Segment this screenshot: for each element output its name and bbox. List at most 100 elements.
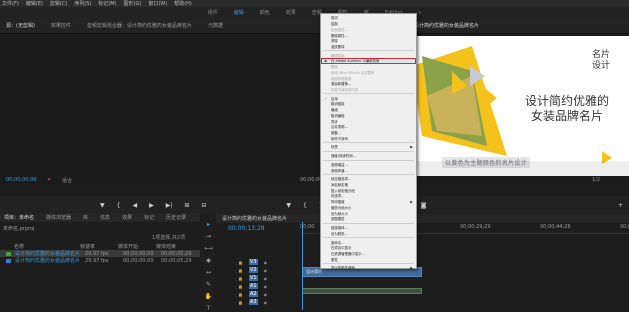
submenu-arrow-icon: ▶: [410, 265, 413, 270]
track-header[interactable]: 🔒 V2 ◉: [216, 266, 629, 274]
track-header[interactable]: 🔒 A3 ◉: [216, 298, 629, 306]
track-header[interactable]: 🔒 V3 ◉: [216, 258, 629, 266]
menu-separator: [323, 173, 414, 175]
context-menu-label: 插入帧定格分段: [331, 188, 355, 193]
context-menu-label: 启用: [331, 96, 338, 101]
mark-out-icon[interactable]: {: [117, 202, 121, 209]
track-header[interactable]: 🔒 V1 ◉: [216, 274, 629, 282]
project-row-fps: 29.97 fps: [85, 250, 109, 257]
context-menu-item[interactable]: 调整图层: [321, 216, 416, 222]
add-button-icon[interactable]: +: [618, 202, 623, 209]
track-toggle-icon[interactable]: ◉: [264, 268, 268, 273]
type-tool-icon[interactable]: T: [207, 305, 211, 312]
menu-item[interactable]: 序列(S): [74, 0, 91, 7]
insert-icon[interactable]: ⊞: [184, 202, 189, 209]
timeline-timecode[interactable]: 00;00;13;28: [228, 225, 265, 232]
context-menu-item[interactable]: 制作子序列: [321, 135, 416, 141]
play-icon[interactable]: ▶: [149, 202, 154, 209]
project-tab[interactable]: 效果: [122, 214, 132, 221]
track-lock-icon[interactable]: 🔒: [238, 260, 243, 265]
context-menu-label: 清除: [331, 39, 338, 44]
col-name[interactable]: 名称: [0, 243, 80, 250]
selection-tool-icon[interactable]: ▸: [207, 221, 210, 228]
track-toggle-icon[interactable]: ◉: [264, 260, 268, 265]
audition-icon: ▣: [324, 58, 328, 63]
project-tab[interactable]: 项目：未命名: [4, 214, 34, 221]
workspace-tab[interactable]: 效果: [286, 9, 296, 16]
ripple-edit-icon[interactable]: ⟷: [204, 245, 213, 252]
workspace-tab[interactable]: 编辑: [234, 9, 244, 16]
prog-mark-in-icon[interactable]: ▼: [286, 202, 291, 209]
source-zoom-select[interactable]: 适合: [62, 177, 72, 184]
track-toggle-icon[interactable]: ◉: [264, 276, 268, 281]
track-header[interactable]: 🔒 A2 ◉: [216, 290, 629, 298]
menu-item[interactable]: 文件(F): [2, 0, 19, 7]
track-select-icon[interactable]: ⇥: [206, 233, 211, 240]
playhead[interactable]: [302, 222, 303, 310]
track-lock-icon[interactable]: 🔒: [238, 300, 243, 305]
context-menu-item[interactable]: 波纹删除: [321, 44, 416, 50]
col-fps[interactable]: 帧速率: [80, 243, 118, 250]
track-toggle-icon[interactable]: ◉: [264, 300, 268, 305]
menu-item[interactable]: 窗口(W): [148, 0, 167, 7]
workspace-tab[interactable]: »: [418, 10, 421, 16]
workspace-tab[interactable]: 颜色: [260, 9, 270, 16]
prog-export-frame-icon[interactable]: ◙: [421, 202, 427, 209]
track-lock-icon[interactable]: 🔒: [238, 276, 243, 281]
project-tab[interactable]: 信息: [100, 214, 110, 221]
context-menu-item[interactable]: 速度/持续时间...: [321, 153, 416, 159]
timeline-tracks: 🔒 V3 ◉ 🔒 V2 ◉ 🔒 V1 ◉ 🔒 A1 ◉ 🔒 A2 ◉ 🔒 A3 ◉: [216, 258, 629, 306]
project-row[interactable]: 设计简约优雅的女装品牌名片 29.97 fps 00;00;00;00 00;00;0…: [0, 250, 200, 257]
hand-tool-icon[interactable]: ✋: [205, 293, 212, 300]
menu-item[interactable]: 帮助(H): [174, 0, 192, 7]
track-toggle-icon[interactable]: ◉: [264, 292, 268, 297]
menu-item[interactable]: 编辑(E): [26, 0, 43, 7]
project-tab[interactable]: 标记: [144, 214, 154, 221]
track-lock-icon[interactable]: 🔒: [238, 268, 243, 273]
context-menu-label: 编组: [331, 108, 338, 113]
context-menu-item[interactable]: 音频声道...: [321, 167, 416, 173]
context-menu-item[interactable]: 恢复未渲染的内容: [321, 87, 416, 93]
track-label: V1: [248, 275, 258, 281]
project-tab[interactable]: 库: [83, 214, 88, 221]
context-menu-label: 帧定格选项...: [331, 177, 352, 182]
tab-effect-controls[interactable]: 效果控件: [51, 22, 71, 29]
card-headline-line2: 女装品牌名片: [531, 109, 604, 123]
workspace-tab[interactable]: 组件: [208, 9, 218, 16]
context-menu-item[interactable]: 属性: [321, 256, 416, 262]
project-tab[interactable]: 历史记录: [166, 214, 186, 221]
program-resolution[interactable]: 1/2: [592, 177, 600, 183]
tab-metadata[interactable]: 元数据: [208, 22, 223, 29]
track-toggle-icon[interactable]: ◉: [264, 284, 268, 289]
slip-tool-icon[interactable]: ↔: [206, 269, 211, 276]
checkmark-icon: ✓: [324, 95, 328, 101]
col-start[interactable]: 媒体开始: [118, 243, 156, 250]
context-menu-item[interactable]: 设为脱机...: [321, 230, 416, 236]
overwrite-icon[interactable]: ⊟: [201, 202, 206, 209]
project-tab[interactable]: 媒体浏览器: [46, 214, 71, 221]
track-lock-icon[interactable]: 🔒: [238, 292, 243, 297]
tab-source[interactable]: 源：(无剪辑): [6, 22, 35, 29]
menu-separator: [323, 159, 414, 161]
mark-in-icon[interactable]: ▼: [100, 202, 105, 209]
ruler-label: 00;00;44;28: [540, 224, 571, 230]
audio-clip[interactable]: [302, 288, 422, 294]
context-menu-label: 制作子序列: [331, 136, 348, 141]
context-menu-item[interactable]: 标签 ▶: [321, 144, 416, 150]
razor-tool-icon[interactable]: ◆: [206, 257, 211, 264]
menu-item[interactable]: 图形(G): [124, 0, 142, 7]
step-back-icon[interactable]: ◀: [132, 202, 137, 209]
prog-mark-out-icon[interactable]: {: [303, 202, 307, 209]
track-lock-icon[interactable]: 🔒: [238, 284, 243, 289]
project-row[interactable]: 设计简约优雅的女装品牌名片 29.97 fps 00;00;00;00 00;00;0…: [0, 257, 200, 264]
track-header[interactable]: 🔒 A1 ◉: [216, 282, 629, 290]
pen-tool-icon[interactable]: ✎: [206, 281, 211, 288]
step-forward-icon[interactable]: ▶|: [166, 202, 173, 209]
menu-item[interactable]: 剪辑(C): [50, 0, 67, 7]
context-menu-item[interactable]: 显示剪辑关键帧 ▶: [321, 265, 416, 271]
source-timecode[interactable]: 00;00;00;00: [6, 177, 37, 183]
col-end[interactable]: 媒体结束: [156, 243, 194, 250]
tab-audio-mixer[interactable]: 音频剪辑混合器：设计简约优雅的女装品牌名片: [87, 22, 192, 29]
menu-item[interactable]: 标记(M): [98, 0, 116, 7]
context-menu-label: 标签: [331, 145, 338, 150]
